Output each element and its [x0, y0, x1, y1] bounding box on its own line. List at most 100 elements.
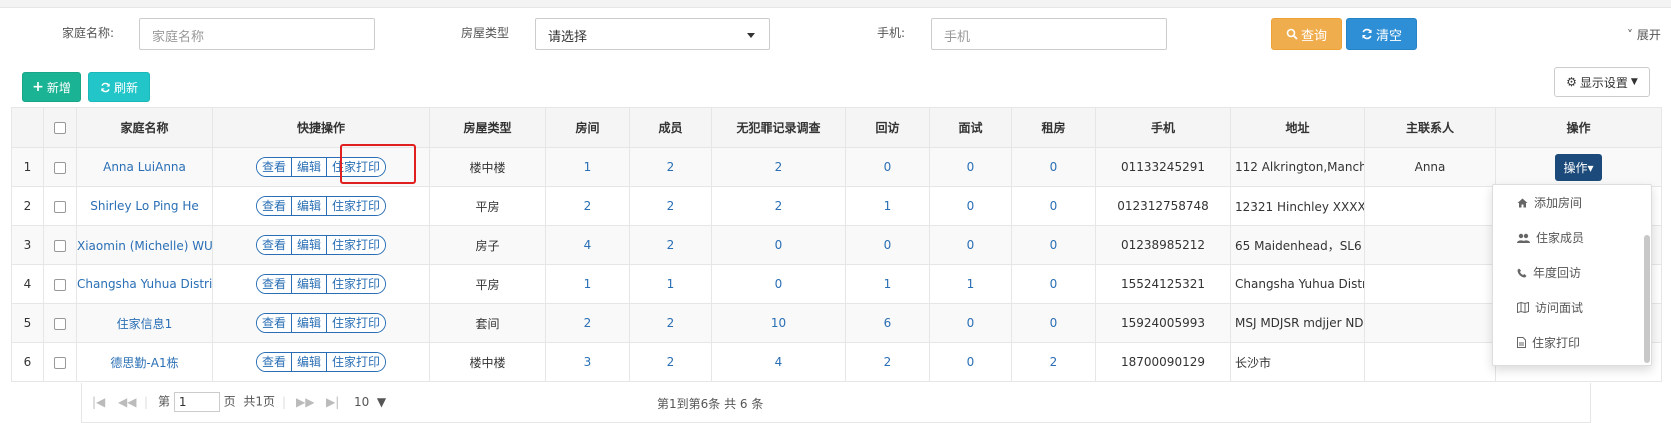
rent-link[interactable]: 2	[1011, 342, 1096, 382]
clear-button[interactable]: 清空	[1346, 18, 1417, 50]
edit-button[interactable]: 编辑	[291, 353, 327, 371]
rooms-link[interactable]: 1	[545, 264, 630, 304]
view-button[interactable]: 查看	[256, 275, 292, 293]
phone-input[interactable]: 手机	[931, 18, 1167, 50]
interview-link[interactable]: 0	[929, 342, 1012, 382]
interview-link[interactable]: 0	[929, 186, 1012, 226]
rent-link[interactable]: 0	[1011, 186, 1096, 226]
header-select-all[interactable]	[43, 107, 77, 148]
rent-link[interactable]: 0	[1011, 225, 1096, 265]
header-cell[interactable]: 成员	[629, 107, 712, 148]
revisit-link[interactable]: 2	[845, 342, 930, 382]
family-name-link[interactable]: Anna LuiAnna	[76, 147, 213, 187]
dropdown-item-visit-interview[interactable]: 访问面试	[1493, 290, 1651, 325]
dropdown-item-annual-revisit[interactable]: 年度回访	[1493, 255, 1651, 290]
crc-link[interactable]: 2	[711, 147, 846, 187]
revisit-link[interactable]: 6	[845, 303, 930, 343]
row-checkbox[interactable]	[54, 200, 66, 213]
add-button[interactable]: + 新增	[22, 72, 81, 102]
rooms-link[interactable]: 1	[545, 147, 630, 187]
crc-link[interactable]: 2	[711, 186, 846, 226]
family-name-input[interactable]: 家庭名称	[139, 18, 375, 50]
prev-page-icon[interactable]: ◀◀	[118, 395, 136, 409]
members-link[interactable]: 2	[629, 147, 712, 187]
rooms-link[interactable]: 4	[545, 225, 630, 265]
scrollbar[interactable]	[1644, 235, 1650, 363]
host-print-button[interactable]: 住家打印	[327, 314, 386, 332]
edit-button[interactable]: 编辑	[291, 236, 327, 254]
host-print-button[interactable]: 住家打印	[327, 197, 386, 215]
revisit-link[interactable]: 0	[845, 225, 930, 265]
revisit-link[interactable]: 0	[845, 147, 930, 187]
row-checkbox[interactable]	[54, 278, 66, 291]
row-checkbox[interactable]	[54, 239, 66, 252]
dropdown-item-members[interactable]: 住家成员	[1493, 220, 1651, 255]
family-name-link[interactable]: Shirley Lo Ping He	[76, 186, 213, 226]
view-button[interactable]: 查看	[256, 236, 292, 254]
row-checkbox[interactable]	[54, 356, 66, 369]
dropdown-item-add-room[interactable]: 添加房间	[1493, 185, 1651, 220]
interview-link[interactable]: 1	[929, 264, 1012, 304]
rent-link[interactable]: 0	[1011, 303, 1096, 343]
header-cell[interactable]: 手机	[1095, 107, 1231, 148]
header-cell[interactable]: 主联系人	[1364, 107, 1496, 148]
next-page-icon[interactable]: ▶▶	[296, 395, 314, 409]
refresh-button[interactable]: 刷新	[88, 72, 150, 102]
row-checkbox[interactable]	[54, 317, 66, 330]
header-cell[interactable]: 面试	[929, 107, 1012, 148]
view-button[interactable]: 查看	[256, 353, 292, 371]
members-link[interactable]: 1	[629, 264, 712, 304]
revisit-link[interactable]: 1	[845, 186, 930, 226]
family-name-link[interactable]: Xiaomin (Michelle) WU吴笑	[76, 225, 213, 265]
view-button[interactable]: 查看	[256, 158, 292, 176]
members-link[interactable]: 2	[629, 225, 712, 265]
dropdown-item-host-print[interactable]: 住家打印	[1493, 325, 1651, 360]
header-cell[interactable]: 房屋类型	[429, 107, 546, 148]
view-button[interactable]: 查看	[256, 197, 292, 215]
crc-link[interactable]: 10	[711, 303, 846, 343]
row-checkbox[interactable]	[54, 161, 66, 174]
rooms-link[interactable]: 3	[545, 342, 630, 382]
family-name-link[interactable]: 住家信息1	[76, 303, 213, 343]
family-name-link[interactable]: Changsha Yuhua District, J	[76, 264, 213, 304]
header-cell[interactable]: 房间	[545, 107, 630, 148]
edit-button[interactable]: 编辑	[291, 275, 327, 293]
crc-link[interactable]: 4	[711, 342, 846, 382]
family-name-link[interactable]: 德思勤-A1栋	[76, 342, 213, 382]
interview-link[interactable]: 0	[929, 147, 1012, 187]
header-cell[interactable]: 地址	[1230, 107, 1365, 148]
page-size-select[interactable]: 10 ▼	[354, 395, 386, 409]
query-button[interactable]: 查询	[1271, 18, 1342, 50]
rooms-link[interactable]: 2	[545, 186, 630, 226]
revisit-link[interactable]: 1	[845, 264, 930, 304]
page-number-input[interactable]: 1	[173, 392, 220, 412]
host-print-button[interactable]: 住家打印	[327, 236, 386, 254]
interview-link[interactable]: 0	[929, 303, 1012, 343]
header-cell[interactable]: 回访	[845, 107, 930, 148]
members-link[interactable]: 2	[629, 303, 712, 343]
select-all-checkbox[interactable]	[54, 122, 66, 134]
view-button[interactable]: 查看	[256, 314, 292, 332]
crc-link[interactable]: 0	[711, 264, 846, 304]
display-settings-button[interactable]: ⚙ 显示设置 ▼	[1554, 67, 1650, 97]
first-page-icon[interactable]: |◀	[92, 395, 105, 409]
rooms-link[interactable]: 2	[545, 303, 630, 343]
host-print-button[interactable]: 住家打印	[327, 353, 386, 371]
edit-button[interactable]: 编辑	[291, 314, 327, 332]
operation-button[interactable]: 操作▾	[1555, 153, 1602, 181]
interview-link[interactable]: 0	[929, 225, 1012, 265]
members-link[interactable]: 2	[629, 342, 712, 382]
house-type-select[interactable]: 请选择	[535, 18, 770, 50]
expand-toggle[interactable]: ˅ 展开	[1627, 26, 1661, 43]
rent-link[interactable]: 0	[1011, 264, 1096, 304]
edit-button[interactable]: 编辑	[291, 158, 327, 176]
crc-link[interactable]: 0	[711, 225, 846, 265]
header-cell[interactable]: 无犯罪记录调查	[711, 107, 846, 148]
edit-button[interactable]: 编辑	[291, 197, 327, 215]
rent-link[interactable]: 0	[1011, 147, 1096, 187]
host-print-button[interactable]: 住家打印	[327, 275, 386, 293]
members-link[interactable]: 2	[629, 186, 712, 226]
header-cell[interactable]: 租房	[1011, 107, 1096, 148]
header-cell[interactable]: 家庭名称	[76, 107, 213, 148]
last-page-icon[interactable]: ▶|	[326, 395, 339, 409]
